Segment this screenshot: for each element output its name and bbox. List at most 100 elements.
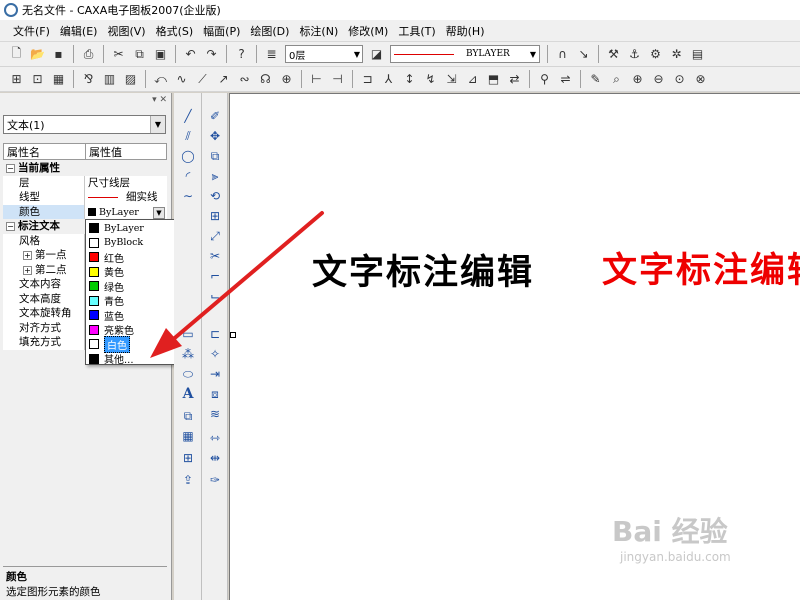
tool-a-icon[interactable]: ⚒ <box>605 46 622 63</box>
ellipse-icon[interactable]: ⬭ <box>179 365 197 383</box>
tool-6-icon[interactable]: ▨ <box>122 71 139 88</box>
array-icon[interactable]: ⊞ <box>206 207 224 225</box>
tool-18-icon[interactable]: ↕ <box>401 71 418 88</box>
print-icon[interactable]: ⎙ <box>80 46 97 63</box>
object-type-select[interactable]: 文本(1) ▼ <box>3 115 166 134</box>
tool-25-icon[interactable]: ⇌ <box>557 71 574 88</box>
new-file-icon[interactable]: 🗋 <box>8 46 25 63</box>
menu-help[interactable]: 帮助(H) <box>441 23 490 39</box>
tool-c-icon[interactable]: ⚙ <box>647 46 664 63</box>
tool-23-icon[interactable]: ⇄ <box>506 71 523 88</box>
collapse-icon[interactable]: − <box>6 164 15 173</box>
color-option-blue[interactable]: 蓝色 <box>86 308 186 323</box>
circle-icon[interactable]: ◯ <box>179 147 197 165</box>
property-row-layer[interactable]: 层 尺寸线层 <box>3 175 167 191</box>
tool-10-icon[interactable]: ↗ <box>215 71 232 88</box>
menu-view[interactable]: 视图(V) <box>102 23 150 39</box>
menu-dimension[interactable]: 标注(N) <box>294 23 343 39</box>
tool-21-icon[interactable]: ⊿ <box>464 71 481 88</box>
tool-17-icon[interactable]: ⅄ <box>380 71 397 88</box>
tool-20-icon[interactable]: ⇲ <box>443 71 460 88</box>
panel-controls[interactable]: ▾ ✕ <box>152 95 167 105</box>
redo-icon[interactable]: ↷ <box>203 46 220 63</box>
menu-draw[interactable]: 绘图(D) <box>245 23 294 39</box>
color-option-green[interactable]: 绿色 <box>86 279 186 294</box>
layer-icon[interactable]: ≣ <box>263 46 280 63</box>
zoom-in-icon[interactable]: ⊕ <box>629 71 646 88</box>
move-icon[interactable]: ✥ <box>206 127 224 145</box>
dim-edit-icon[interactable]: ⇿ <box>206 429 224 447</box>
snap-icon[interactable]: ∩ <box>554 46 571 63</box>
tool-8-icon[interactable]: ∿ <box>173 71 190 88</box>
stretch-icon[interactable]: ⇥ <box>206 365 224 383</box>
fillet-icon[interactable]: ⌐ <box>206 267 224 285</box>
property-value[interactable]: 尺寸线层 <box>85 176 167 191</box>
tool-16-icon[interactable]: ⊐ <box>359 71 376 88</box>
paste-icon[interactable]: ▣ <box>152 46 169 63</box>
category-current[interactable]: − 当前属性 <box>3 161 167 176</box>
spline-icon[interactable]: ∼ <box>179 187 197 205</box>
text-icon[interactable]: A <box>179 385 197 403</box>
block-icon[interactable]: ⧉ <box>179 407 197 425</box>
menu-sheet[interactable]: 幅面(P) <box>198 23 245 39</box>
property-row-color[interactable]: 颜色 ByLayer <box>3 204 167 219</box>
tool-24-icon[interactable]: ⚲ <box>536 71 553 88</box>
break-icon[interactable]: ⊏ <box>206 325 224 343</box>
pattern-icon[interactable]: ⁂ <box>179 345 197 363</box>
expand-icon[interactable]: + <box>23 251 32 260</box>
collapse-icon[interactable]: − <box>6 222 15 231</box>
color-option-bylayer[interactable]: ByLayer <box>86 221 186 236</box>
color-option-other[interactable]: 其他... <box>86 352 186 366</box>
tool-3-icon[interactable]: ▦ <box>50 71 67 88</box>
selection-grip[interactable] <box>230 332 236 338</box>
offset-icon[interactable]: ⧈ <box>206 385 224 403</box>
tool-7-icon[interactable]: ⤺ <box>152 71 169 88</box>
eraser-icon[interactable]: ✐ <box>206 107 224 125</box>
layer-select[interactable]: 0层 ▼ <box>285 45 363 63</box>
copy-shape-icon[interactable]: ⧉ <box>206 147 224 165</box>
tool-drive-icon[interactable]: ⇪ <box>179 471 197 489</box>
color-option-magenta[interactable]: 亮紫色 <box>86 323 186 337</box>
zoom-prev-icon[interactable]: ⊗ <box>692 71 709 88</box>
expand-icon[interactable]: + <box>23 265 32 275</box>
canvas-text-red[interactable]: 文字标注编辑 <box>602 242 800 293</box>
linetype-icon[interactable]: ◪ <box>368 46 385 63</box>
tool-d-icon[interactable]: ✲ <box>668 46 685 63</box>
color-option-cyan[interactable]: 青色 <box>86 294 186 308</box>
pencil-icon[interactable]: ✎ <box>587 71 604 88</box>
tool-4-icon[interactable]: ⅋ <box>80 71 97 88</box>
open-folder-icon[interactable]: 📂 <box>29 46 46 63</box>
explode-icon[interactable]: ✧ <box>206 345 224 363</box>
help-icon[interactable]: ? <box>233 46 250 63</box>
tool-2-icon[interactable]: ⊡ <box>29 71 46 88</box>
zoom-out-icon[interactable]: ⊖ <box>650 71 667 88</box>
menu-modify[interactable]: 修改(M) <box>343 23 393 39</box>
brush-icon[interactable]: ✑ <box>206 471 224 489</box>
copy-icon[interactable]: ⧉ <box>131 46 148 63</box>
menu-file[interactable]: 文件(F) <box>8 23 55 39</box>
color-option-byblock[interactable]: ByBlock <box>86 236 186 251</box>
tool-19-icon[interactable]: ↯ <box>422 71 439 88</box>
tool-5-icon[interactable]: ▥ <box>101 71 118 88</box>
canvas-text-black[interactable]: 文字标注编辑 <box>312 244 534 295</box>
tool-22-icon[interactable]: ⬒ <box>485 71 502 88</box>
tool-15-icon[interactable]: ⊣ <box>329 71 346 88</box>
chamfer-icon[interactable]: ⌙ <box>206 287 224 305</box>
color-option-red[interactable]: 红色 <box>86 250 186 265</box>
color-option-yellow[interactable]: 黄色 <box>86 265 186 279</box>
cut-icon[interactable]: ✂ <box>110 46 127 63</box>
table-icon[interactable]: ▦ <box>179 427 197 445</box>
tool-e-icon[interactable]: ▤ <box>689 46 706 63</box>
tool-14-icon[interactable]: ⊢ <box>308 71 325 88</box>
tool-11-icon[interactable]: ∾ <box>236 71 253 88</box>
property-row-linetype[interactable]: 线型 细实线 <box>3 190 167 205</box>
zoom-all-icon[interactable]: ⊙ <box>671 71 688 88</box>
dim-style-icon[interactable]: ⇹ <box>206 449 224 467</box>
parallel-line-icon[interactable]: ⫽ <box>179 127 197 145</box>
property-value-linetype[interactable]: 细实线 <box>85 190 167 205</box>
tool-mark-icon[interactable]: ⊞ <box>179 449 197 467</box>
tool-13-icon[interactable]: ⊕ <box>278 71 295 88</box>
save-icon[interactable]: ▪ <box>50 46 67 63</box>
trim-icon[interactable]: ✂ <box>206 247 224 265</box>
tool-9-icon[interactable]: ⟋ <box>194 71 211 88</box>
